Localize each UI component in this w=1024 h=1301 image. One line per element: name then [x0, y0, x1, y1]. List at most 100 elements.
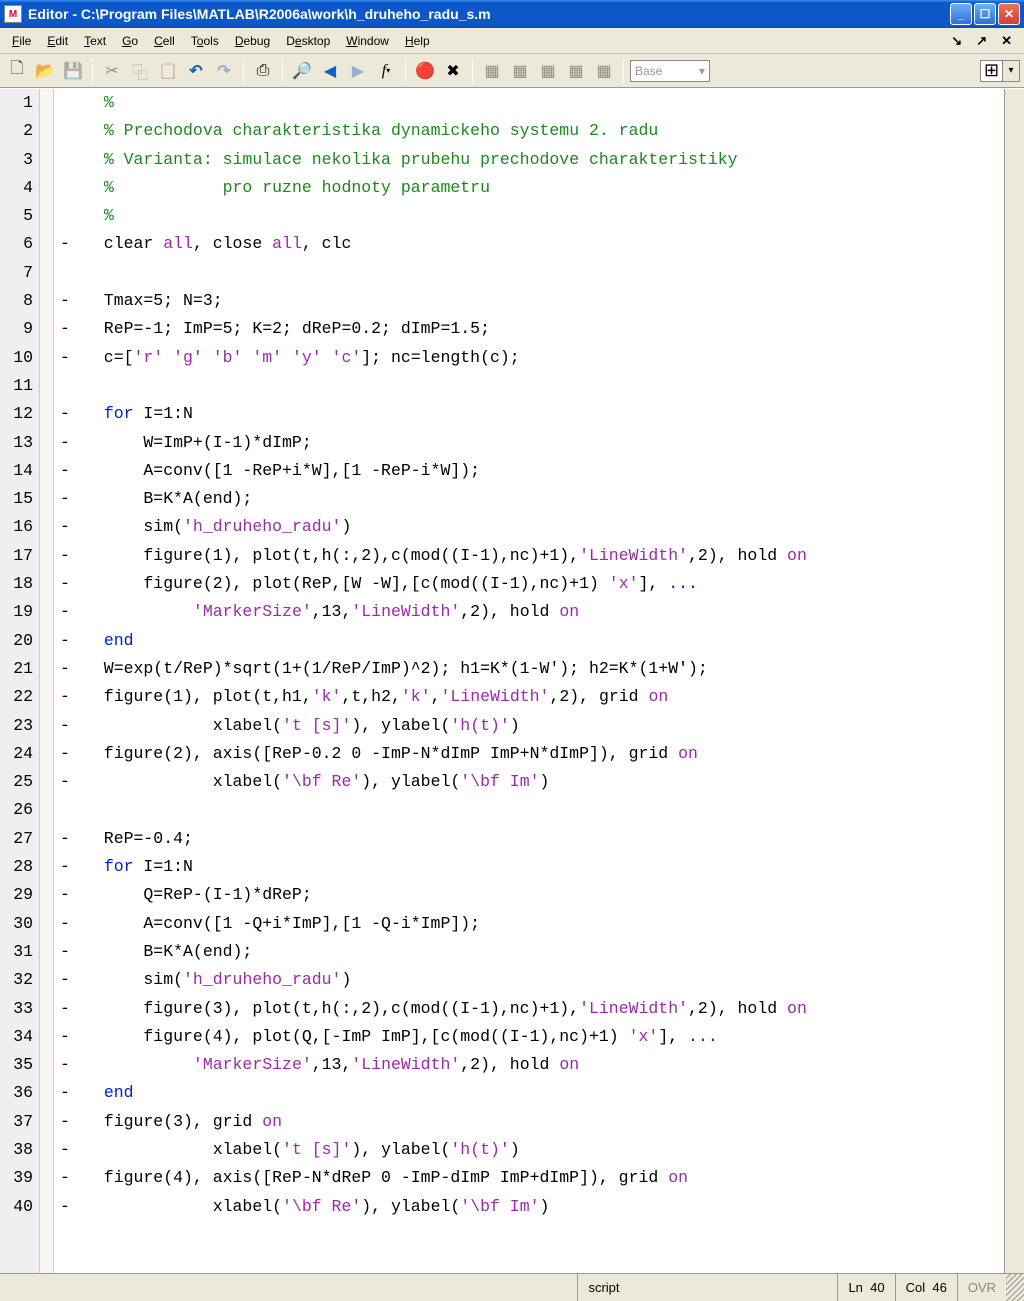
code-line[interactable]: % pro ruzne hodnoty parametru [84, 174, 1004, 202]
code-line[interactable]: figure(1), plot(t,h(:,2),c(mod((I-1),nc)… [84, 542, 1004, 570]
stack-selector[interactable]: Base ▾ [630, 60, 710, 82]
cut-button[interactable] [99, 58, 125, 84]
code-line[interactable]: Q=ReP-(I-1)*dReP; [84, 881, 1004, 909]
menu-text[interactable]: Text [76, 31, 114, 51]
clear-breakpoint-button[interactable]: ✖ [440, 58, 466, 84]
menu-cell[interactable]: Cell [146, 31, 183, 51]
code-line[interactable]: ReP=-0.4; [84, 825, 1004, 853]
executable-marker: - [54, 1108, 76, 1136]
toolbar-separator [472, 59, 473, 83]
code-line[interactable]: % Prechodova charakteristika dynamickeho… [84, 117, 1004, 145]
code-line[interactable]: % Varianta: simulace nekolika prubehu pr… [84, 146, 1004, 174]
undo-button[interactable] [183, 58, 209, 84]
split-view-button[interactable]: ▾ [980, 60, 1020, 82]
mdi-minimize-icon[interactable]: ↘ [947, 33, 966, 49]
copy-button[interactable] [127, 58, 153, 84]
line-number: 6 [0, 230, 33, 258]
code-line[interactable]: for I=1:N [84, 853, 1004, 881]
code-line[interactable]: sim('h_druheho_radu') [84, 513, 1004, 541]
menu-file[interactable]: File [4, 31, 39, 51]
open-file-button[interactable] [32, 58, 58, 84]
line-number: 26 [0, 796, 33, 824]
code-line[interactable]: W=exp(t/ReP)*sqrt(1+(1/ReP/ImP)^2); h1=K… [84, 655, 1004, 683]
window-maximize-button[interactable]: ☐ [974, 3, 996, 25]
continue-button[interactable] [563, 58, 589, 84]
code-line[interactable]: figure(4), plot(Q,[-ImP ImP],[c(mod((I-1… [84, 1023, 1004, 1051]
step-in-button[interactable] [507, 58, 533, 84]
code-line[interactable]: end [84, 627, 1004, 655]
code-line[interactable]: figure(3), grid on [84, 1108, 1004, 1136]
resize-grip[interactable] [1006, 1274, 1024, 1301]
line-number: 36 [0, 1079, 33, 1107]
status-ovr: OVR [957, 1274, 1006, 1301]
code-line[interactable]: xlabel('t [s]'), ylabel('h(t)') [84, 1136, 1004, 1164]
code-line[interactable] [84, 259, 1004, 287]
code-line[interactable]: figure(4), axis([ReP-N*dReP 0 -ImP-dImP … [84, 1164, 1004, 1192]
code-line[interactable]: A=conv([1 -Q+i*ImP],[1 -Q-i*ImP]); [84, 910, 1004, 938]
executable-marker [54, 117, 76, 145]
step-out-button[interactable] [535, 58, 561, 84]
executable-marker: - [54, 1023, 76, 1051]
toolbar-separator [243, 59, 244, 83]
title-bar: M Editor - C:\Program Files\MATLAB\R2006… [0, 0, 1024, 28]
breakpoint-column[interactable] [40, 89, 54, 1273]
redo-button[interactable] [211, 58, 237, 84]
executable-marker: - [54, 768, 76, 796]
line-number: 40 [0, 1193, 33, 1221]
code-line[interactable]: % [84, 89, 1004, 117]
code-line[interactable]: xlabel('\bf Re'), ylabel('\bf Im') [84, 768, 1004, 796]
menu-go[interactable]: Go [114, 31, 146, 51]
save-button[interactable] [60, 58, 86, 84]
code-line[interactable]: figure(3), plot(t,h(:,2),c(mod((I-1),nc)… [84, 995, 1004, 1023]
code-line[interactable]: sim('h_druheho_radu') [84, 966, 1004, 994]
line-number: 13 [0, 429, 33, 457]
status-line: Ln 40 [837, 1274, 894, 1301]
line-number: 25 [0, 768, 33, 796]
code-line[interactable]: B=K*A(end); [84, 485, 1004, 513]
function-hint-button[interactable]: ▾ [373, 58, 399, 84]
paste-button[interactable] [155, 58, 181, 84]
menu-debug[interactable]: Debug [227, 31, 278, 51]
code-line[interactable] [84, 372, 1004, 400]
code-line[interactable]: 'MarkerSize',13,'LineWidth',2), hold on [84, 1051, 1004, 1079]
code-line[interactable] [84, 796, 1004, 824]
code-line[interactable]: 'MarkerSize',13,'LineWidth',2), hold on [84, 598, 1004, 626]
executable-marker: - [54, 1136, 76, 1164]
code-area[interactable]: % % Prechodova charakteristika dynamicke… [76, 89, 1004, 1273]
window-minimize-button[interactable]: _ [950, 3, 972, 25]
print-button[interactable] [250, 58, 276, 84]
nav-back-button[interactable] [317, 58, 343, 84]
code-line[interactable]: figure(1), plot(t,h1,'k',t,h2,'k','LineW… [84, 683, 1004, 711]
code-line[interactable]: clear all, close all, clc [84, 230, 1004, 258]
menu-tools[interactable]: Tools [183, 31, 227, 51]
window-close-button[interactable]: ✕ [998, 3, 1020, 25]
menu-edit[interactable]: Edit [39, 31, 76, 51]
code-line[interactable]: c=['r' 'g' 'b' 'm' 'y' 'c']; nc=length(c… [84, 344, 1004, 372]
mdi-restore-icon[interactable]: ↗ [972, 33, 991, 49]
exit-debug-button[interactable] [591, 58, 617, 84]
line-number-gutter[interactable]: 1234567891011121314151617181920212223242… [0, 89, 40, 1273]
code-line[interactable]: B=K*A(end); [84, 938, 1004, 966]
code-line[interactable]: W=ImP+(I-1)*dImP; [84, 429, 1004, 457]
menu-window[interactable]: Window [338, 31, 397, 51]
code-line[interactable]: for I=1:N [84, 400, 1004, 428]
code-line[interactable]: Tmax=5; N=3; [84, 287, 1004, 315]
code-line[interactable]: xlabel('t [s]'), ylabel('h(t)') [84, 712, 1004, 740]
menu-desktop[interactable]: Desktop [278, 31, 338, 51]
code-line[interactable]: figure(2), axis([ReP-0.2 0 -ImP-N*dImP I… [84, 740, 1004, 768]
code-line[interactable]: % [84, 202, 1004, 230]
code-line[interactable]: end [84, 1079, 1004, 1107]
mdi-close-icon[interactable]: ✕ [997, 33, 1016, 49]
code-line[interactable]: A=conv([1 -ReP+i*W],[1 -ReP-i*W]); [84, 457, 1004, 485]
set-breakpoint-button[interactable]: 🔴 [412, 58, 438, 84]
code-line[interactable]: figure(2), plot(ReP,[W -W],[c(mod((I-1),… [84, 570, 1004, 598]
code-line[interactable]: ReP=-1; ImP=5; K=2; dReP=0.2; dImP=1.5; [84, 315, 1004, 343]
find-button[interactable]: 🔎 [289, 58, 315, 84]
step-button[interactable] [479, 58, 505, 84]
new-file-button[interactable] [4, 58, 30, 84]
code-line[interactable]: xlabel('\bf Re'), ylabel('\bf Im') [84, 1193, 1004, 1221]
nav-forward-button[interactable] [345, 58, 371, 84]
chevron-down-icon: ▾ [1003, 61, 1019, 81]
vertical-scrollbar[interactable] [1004, 89, 1024, 1273]
menu-help[interactable]: Help [397, 31, 438, 51]
